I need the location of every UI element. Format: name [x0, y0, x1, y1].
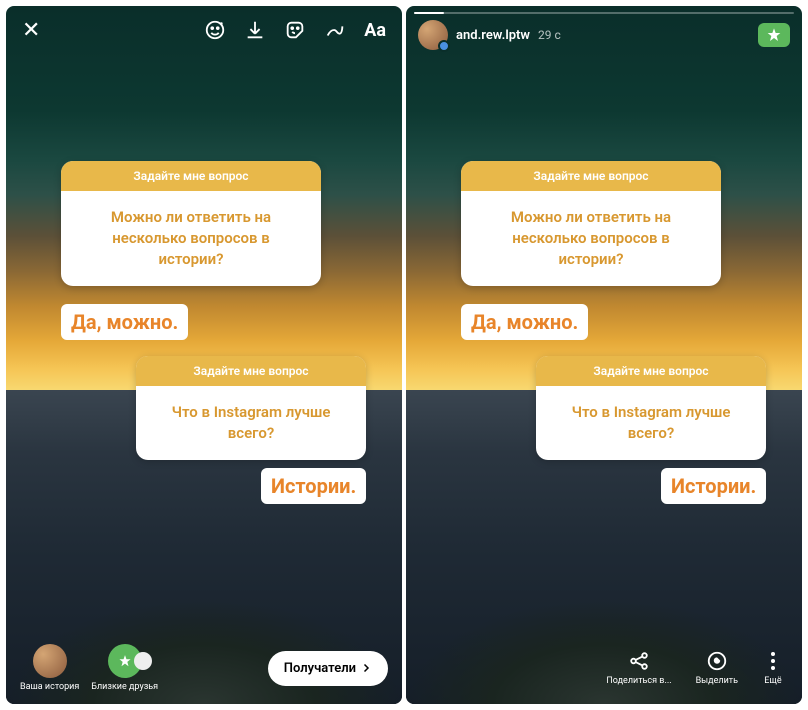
- verified-badge-icon: [438, 40, 450, 52]
- your-story-button[interactable]: Ваша история: [20, 644, 79, 692]
- share-to-button[interactable]: Поделиться в...: [606, 650, 671, 686]
- draw-icon[interactable]: [324, 19, 346, 41]
- question-body: Что в Instagram лучше всего?: [136, 386, 366, 460]
- highlight-icon: [706, 650, 728, 672]
- close-friends-label: Близкие друзья: [91, 682, 158, 692]
- highlight-button[interactable]: Выделить: [696, 650, 738, 686]
- question-body: Можно ли ответить на несколько вопросов …: [61, 191, 321, 286]
- avatar-icon: [33, 644, 67, 678]
- question-header: Задайте мне вопрос: [461, 161, 721, 191]
- question-sticker-1[interactable]: Задайте мне вопрос Можно ли ответить на …: [461, 161, 721, 286]
- story-canvas[interactable]: Задайте мне вопрос Можно ли ответить на …: [6, 6, 402, 704]
- sticker-icon[interactable]: [284, 19, 306, 41]
- answer-text-2: Истории.: [661, 468, 766, 504]
- viewer-header: and.rew.lptw 29 с: [418, 20, 790, 50]
- story-viewer-screen: and.rew.lptw 29 с Задайте мне вопрос Мож…: [406, 6, 802, 704]
- answer-text-2[interactable]: Истории.: [261, 468, 366, 504]
- share-bar: Ваша история Близкие друзья Получатели: [6, 632, 402, 704]
- highlight-label: Выделить: [696, 676, 738, 686]
- close-friends-badge[interactable]: [758, 23, 790, 47]
- editor-tools: Aa: [204, 19, 386, 41]
- story-editor-screen: ✕ Aa Задайте мне вопрос Можно ли ответит…: [6, 6, 402, 704]
- recipients-button[interactable]: Получатели: [268, 651, 388, 686]
- more-button[interactable]: Ещё: [762, 650, 784, 686]
- answer-text-1[interactable]: Да, можно.: [61, 304, 188, 340]
- your-story-label: Ваша история: [20, 682, 79, 692]
- close-friends-button[interactable]: Близкие друзья: [91, 644, 158, 692]
- share-icon: [628, 650, 650, 672]
- user-avatar[interactable]: [418, 20, 448, 50]
- more-label: Ещё: [764, 676, 781, 686]
- close-icon[interactable]: ✕: [22, 18, 40, 43]
- viewer-actions-bar: Поделиться в... Выделить Ещё: [406, 632, 802, 704]
- question-header: Задайте мне вопрос: [136, 356, 366, 386]
- recipients-label: Получатели: [284, 661, 356, 676]
- timestamp-label: 29 с: [538, 28, 561, 42]
- question-header: Задайте мне вопрос: [536, 356, 766, 386]
- text-tool-icon[interactable]: Aa: [364, 20, 386, 41]
- share-label: Поделиться в...: [606, 676, 671, 686]
- story-content[interactable]: Задайте мне вопрос Можно ли ответить на …: [406, 6, 802, 704]
- chevron-right-icon: [360, 662, 372, 674]
- face-filter-icon[interactable]: [204, 19, 226, 41]
- answer-text-1: Да, можно.: [461, 304, 588, 340]
- question-sticker-1[interactable]: Задайте мне вопрос Можно ли ответить на …: [61, 161, 321, 286]
- question-sticker-2[interactable]: Задайте мне вопрос Что в Instagram лучше…: [136, 356, 366, 460]
- more-icon: [762, 650, 784, 672]
- username-label[interactable]: and.rew.lptw: [456, 28, 530, 43]
- question-sticker-2[interactable]: Задайте мне вопрос Что в Instagram лучше…: [536, 356, 766, 460]
- question-header: Задайте мне вопрос: [61, 161, 321, 191]
- download-icon[interactable]: [244, 19, 266, 41]
- close-friends-icon: [108, 644, 142, 678]
- star-icon: [766, 27, 782, 43]
- question-body: Можно ли ответить на несколько вопросов …: [461, 191, 721, 286]
- editor-toolbar: ✕ Aa: [6, 6, 402, 54]
- question-body: Что в Instagram лучше всего?: [536, 386, 766, 460]
